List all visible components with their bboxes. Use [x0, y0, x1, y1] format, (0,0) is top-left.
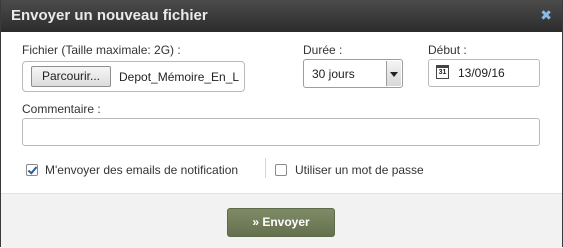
notify-label[interactable]: M'envoyer des emails de notification — [45, 163, 238, 177]
duration-value: 30 jours — [312, 67, 355, 81]
upload-dialog: Envoyer un nouveau fichier ✖ Fichier (Ta… — [0, 0, 563, 248]
close-icon[interactable]: ✖ — [540, 7, 552, 24]
dialog-title: Envoyer un nouveau fichier — [11, 7, 208, 24]
start-label: Début : — [428, 43, 467, 57]
send-button[interactable]: » Envoyer — [227, 208, 335, 237]
file-picker[interactable]: Parcourir... Depot_Mémoire_En_L — [22, 61, 245, 92]
file-label: Fichier (Taille maximale: 2G) : — [22, 43, 181, 57]
notify-checkbox[interactable] — [26, 164, 38, 176]
file-name: Depot_Mémoire_En_L — [119, 70, 240, 84]
start-date-field[interactable]: 31 13/09/16 — [428, 59, 540, 87]
comment-input[interactable] — [22, 118, 540, 146]
dialog-footer: » Envoyer — [1, 193, 562, 248]
duration-select[interactable]: 30 jours — [303, 59, 403, 88]
dropdown-arrow-icon[interactable] — [386, 61, 401, 86]
calendar-icon[interactable]: 31 — [436, 65, 449, 79]
browse-button[interactable]: Parcourir... — [31, 66, 111, 87]
dialog-titlebar[interactable]: Envoyer un nouveau fichier ✖ — [1, 0, 562, 32]
options-divider — [265, 158, 266, 178]
start-date-value: 13/09/16 — [458, 66, 505, 80]
comment-label: Commentaire : — [22, 102, 101, 116]
password-checkbox[interactable] — [275, 164, 287, 176]
password-label[interactable]: Utiliser un mot de passe — [295, 163, 424, 177]
duration-label: Durée : — [303, 43, 343, 57]
